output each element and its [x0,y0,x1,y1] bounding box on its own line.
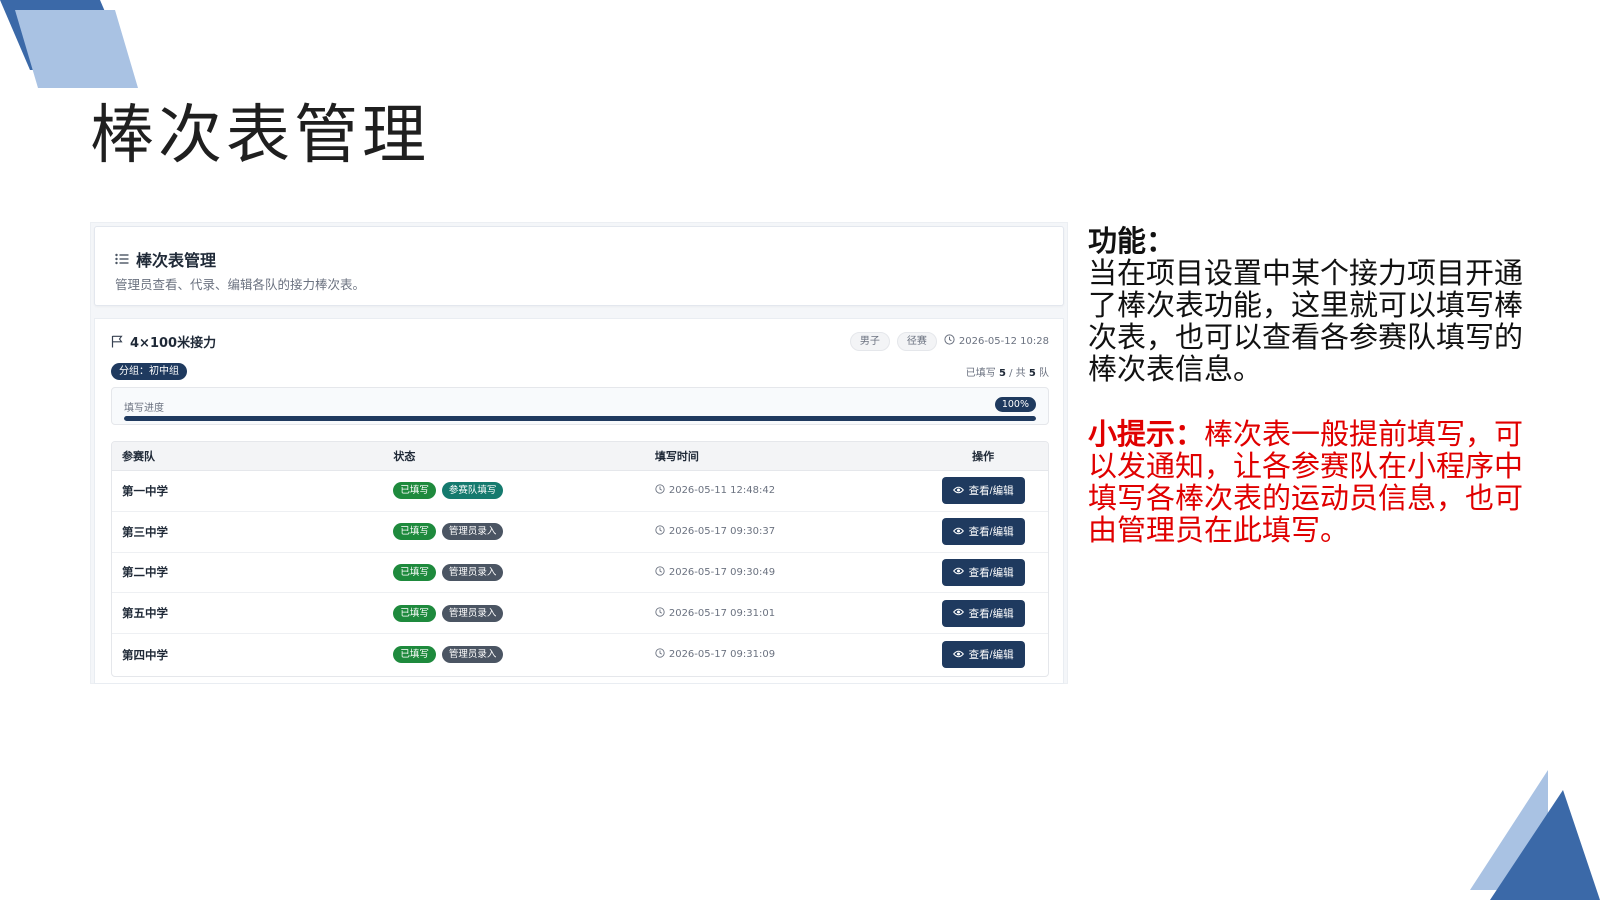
eye-icon [952,526,964,538]
event-card: 4×100米接力 男子 径赛 2026-05-12 10:28 分组：初中组 已… [94,318,1064,684]
event-time-text: 2026-05-12 10:28 [958,335,1049,347]
corner-decoration-top-left [0,0,138,88]
view-edit-label: 查看/编辑 [968,607,1014,620]
page-title: 棒次表管理 [136,251,217,270]
page-subtitle: 管理员查看、代录、编辑各队的接力棒次表。 [115,277,366,292]
table-row: 第二中学 已填写 管理员录入 2026-05-17 09:30:49 查看/编辑 [112,553,1048,594]
clock-icon [655,607,665,620]
fill-time: 2026-05-11 12:48:42 [668,485,776,497]
table-row: 第四中学 已填写 管理员录入 2026-05-17 09:31:09 查看/编辑 [112,634,1048,675]
view-edit-button[interactable]: 查看/编辑 [941,477,1025,505]
list-icon [115,253,129,265]
progress-percent: 100% [994,397,1036,412]
event-name: 4×100米接力 [130,335,217,351]
view-edit-button[interactable]: 查看/编辑 [941,641,1025,669]
gender-chip: 男子 [849,331,890,351]
event-title: 4×100米接力 [111,332,216,351]
function-note: 功能： 当在项目设置中某个接力项目开通了棒次表功能，这里就可以填写棒次表，也可以… [1088,226,1538,386]
status-badge: 已填写 [393,646,436,664]
clock-icon [655,566,665,579]
status-badge: 已填写 [393,563,436,581]
table-row: 第三中学 已填写 管理员录入 2026-05-17 09:30:37 查看/编辑 [112,512,1048,553]
col-header-team: 参赛队 [122,450,155,463]
progress-track [124,416,1036,421]
fill-time: 2026-05-17 09:30:37 [668,526,776,538]
source-badge: 管理员录入 [441,563,504,581]
fill-count-prefix: 已填写 [965,367,996,379]
table-header: 参赛队 状态 填写时间 操作 [112,442,1048,471]
event-header: 4×100米接力 男子 径赛 2026-05-12 10:28 [111,331,1049,351]
eye-icon [952,607,964,619]
screenshot-panel: 棒次表管理 管理员查看、代录、编辑各队的接力棒次表。 4×100米接力 男子 径… [90,222,1068,684]
progress-label: 填写进度 [124,403,164,414]
view-edit-label: 查看/编辑 [968,526,1014,539]
team-name: 第三中学 [122,524,168,539]
eye-icon [952,566,964,578]
view-edit-button[interactable]: 查看/编辑 [941,518,1025,546]
tip-note: 小提示：棒次表一般提前填写，可以发通知，让各参赛队在小程序中填写各棒次表的运动员… [1088,419,1538,547]
slide-title: 棒次表管理 [90,99,430,173]
relay-table: 参赛队 状态 填写时间 操作 第一中学 已填写 参赛队填写 2026-05-11… [111,441,1049,677]
fill-count: 已填写 5 / 共 5 队 [966,364,1049,379]
status-badge: 已填写 [393,604,436,622]
progress-box: 填写进度 100% [111,387,1049,425]
clock-icon [655,525,665,538]
group-badge: 分组：初中组 [111,362,187,380]
view-edit-label: 查看/编辑 [968,485,1014,498]
team-name: 第二中学 [122,565,168,580]
event-meta: 男子 径赛 2026-05-12 10:28 [849,331,1049,351]
page-title-row: 棒次表管理 [115,247,216,271]
fill-time: 2026-05-17 09:30:49 [668,566,776,578]
category-chip: 径赛 [896,331,937,351]
team-name: 第一中学 [122,483,168,498]
corner-decoration-bottom-right [1470,770,1600,900]
clock-icon [655,648,665,661]
view-edit-button[interactable]: 查看/编辑 [941,558,1025,586]
col-header-time: 填写时间 [654,450,699,463]
eye-icon [952,485,964,497]
view-edit-label: 查看/编辑 [968,649,1014,662]
annotation-panel: 功能： 当在项目设置中某个接力项目开通了棒次表功能，这里就可以填写棒次表，也可以… [1088,226,1538,547]
view-edit-label: 查看/编辑 [968,566,1014,579]
table-row: 第五中学 已填写 管理员录入 2026-05-17 09:31:01 查看/编辑 [112,593,1048,635]
table-row: 第一中学 已填写 参赛队填写 2026-05-11 12:48:42 查看/编辑 [112,471,1048,512]
source-badge: 参赛队填写 [441,482,504,500]
view-edit-button[interactable]: 查看/编辑 [941,599,1025,627]
event-time: 2026-05-12 10:28 [944,334,1049,348]
eye-icon [952,649,964,661]
col-header-action: 操作 [972,450,995,463]
progress-fill [124,416,1036,421]
flag-icon [111,335,123,348]
page-header-card: 棒次表管理 管理员查看、代录、编辑各队的接力棒次表。 [94,226,1064,306]
source-badge: 管理员录入 [441,604,504,622]
fill-count-total: 5 [1028,367,1036,379]
team-name: 第五中学 [122,606,168,621]
clock-icon [944,334,955,348]
fill-count-suffix: 队 [1039,367,1049,379]
tip-label: 小提示： [1088,419,1205,451]
fill-count-filled: 5 [998,367,1006,379]
col-header-status: 状态 [393,450,416,463]
fill-time: 2026-05-17 09:31:09 [668,649,776,661]
function-label: 功能： [1088,226,1176,258]
clock-icon [655,484,665,497]
source-badge: 管理员录入 [441,646,504,664]
status-badge: 已填写 [393,482,436,500]
status-badge: 已填写 [393,523,436,541]
fill-time: 2026-05-17 09:31:01 [668,607,776,619]
function-text: 当在项目设置中某个接力项目开通了棒次表功能，这里就可以填写棒次表，也可以查看各参… [1088,258,1524,386]
source-badge: 管理员录入 [441,523,504,541]
group-row: 分组：初中组 已填写 5 / 共 5 队 [111,362,1049,380]
fill-count-mid: / 共 [1009,367,1026,379]
team-name: 第四中学 [122,647,168,662]
